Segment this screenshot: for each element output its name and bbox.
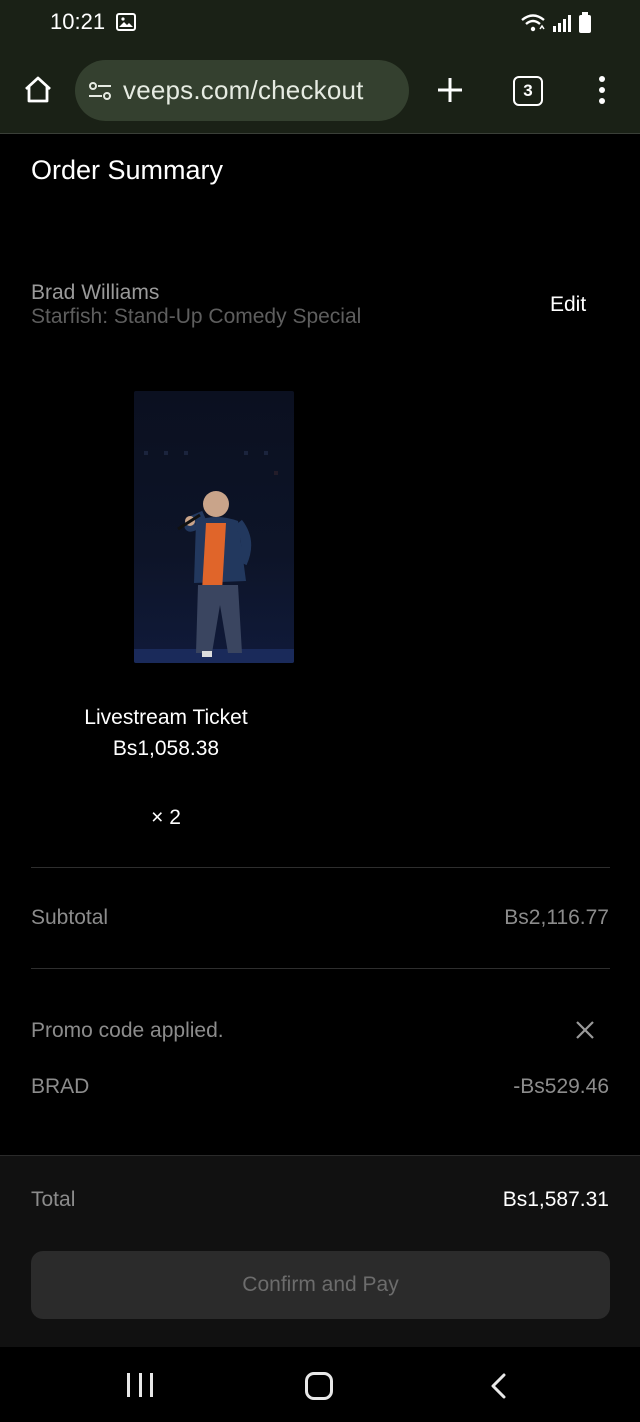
- divider: [31, 968, 610, 969]
- browser-toolbar: veeps.com/checkout 3: [0, 48, 640, 134]
- promo-status: Promo code applied.: [31, 1019, 224, 1042]
- more-menu-icon[interactable]: [590, 70, 614, 110]
- system-navigation-bar: [0, 1347, 640, 1422]
- home-button[interactable]: [18, 70, 58, 110]
- remove-promo-icon[interactable]: [574, 1019, 596, 1041]
- status-bar: 10:21: [0, 0, 640, 48]
- ticket-quantity: × 2: [151, 806, 181, 829]
- recents-icon[interactable]: [127, 1373, 153, 1397]
- event-title: Starfish: Stand-Up Comedy Special: [31, 305, 362, 328]
- battery-icon: [578, 12, 592, 39]
- subtotal-value: Bs2,116.77: [504, 906, 609, 929]
- confirm-and-pay-button[interactable]: Confirm and Pay: [31, 1251, 610, 1319]
- artist-name: Brad Williams: [31, 281, 160, 304]
- ticket-price: Bs1,058.38: [112, 737, 220, 760]
- status-time: 10:21: [50, 9, 106, 34]
- divider: [31, 867, 610, 868]
- back-icon[interactable]: [487, 1372, 509, 1400]
- url-text[interactable]: veeps.com/checkout: [123, 75, 364, 106]
- plus-icon: [438, 78, 462, 102]
- promo-code: BRAD: [31, 1075, 90, 1098]
- edit-button[interactable]: Edit: [550, 293, 586, 317]
- tab-count: 3: [523, 81, 533, 100]
- new-tab-button[interactable]: [432, 72, 468, 108]
- total-value: Bs1,587.31: [502, 1188, 609, 1211]
- signal-icon: [552, 13, 572, 38]
- ticket-name: Livestream Ticket: [84, 706, 248, 729]
- tab-switcher-button[interactable]: 3: [513, 76, 543, 106]
- wifi-icon: [520, 13, 546, 38]
- address-bar[interactable]: veeps.com/checkout: [75, 60, 409, 121]
- checkout-footer: Total Bs1,587.31 Confirm and Pay: [0, 1155, 640, 1347]
- image-notification-icon: [116, 13, 136, 31]
- home-nav-icon[interactable]: [305, 1372, 333, 1400]
- status-icons: [520, 12, 592, 39]
- total-label: Total: [31, 1188, 76, 1211]
- home-icon: [25, 76, 51, 103]
- page-title: Order Summary: [31, 155, 224, 185]
- event-poster-image: [134, 391, 294, 663]
- promo-discount: -Bs529.46: [513, 1075, 609, 1098]
- subtotal-label: Subtotal: [31, 906, 109, 929]
- site-settings-icon[interactable]: [87, 78, 113, 104]
